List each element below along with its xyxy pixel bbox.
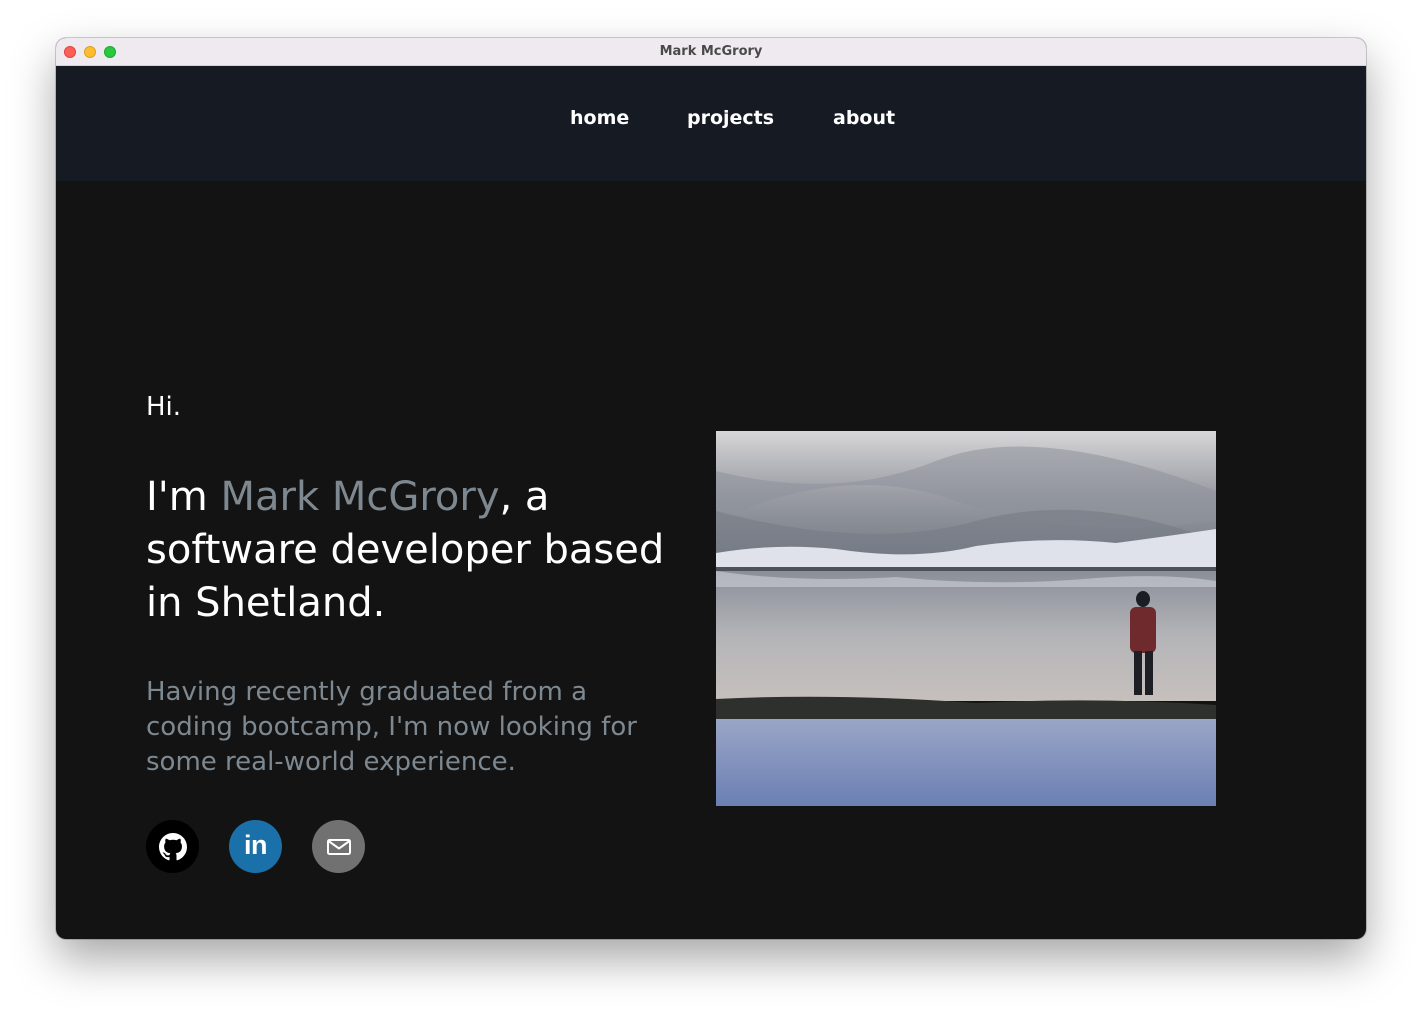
window-title: Mark McGrory xyxy=(659,44,763,59)
title-bar: Mark McGrory xyxy=(56,38,1366,66)
github-link-button[interactable] xyxy=(146,820,199,873)
nav-link-home[interactable]: home xyxy=(570,104,629,132)
email-link-button[interactable] xyxy=(312,820,365,873)
mail-icon xyxy=(326,838,351,855)
hero-headline: I'm Mark McGrory, a software developer b… xyxy=(146,471,666,630)
browser-window: Mark McGrory home projects about Hi. I'm… xyxy=(56,38,1366,939)
headline-name: Mark McGrory xyxy=(220,474,500,520)
linkedin-link-button[interactable]: in xyxy=(229,820,282,873)
github-icon xyxy=(158,832,187,860)
landscape-photo-image xyxy=(716,431,1216,806)
headline-prefix: I'm xyxy=(146,474,221,520)
linkedin-icon: in xyxy=(244,830,268,860)
nav-link-projects[interactable]: projects xyxy=(687,104,774,132)
greeting-text: Hi. xyxy=(146,392,182,422)
profile-landscape-photo xyxy=(716,431,1216,806)
nav-link-about[interactable]: about xyxy=(833,104,895,132)
top-navigation: home projects about xyxy=(56,66,1366,181)
hero-bio: Having recently graduated from a coding … xyxy=(146,677,637,777)
